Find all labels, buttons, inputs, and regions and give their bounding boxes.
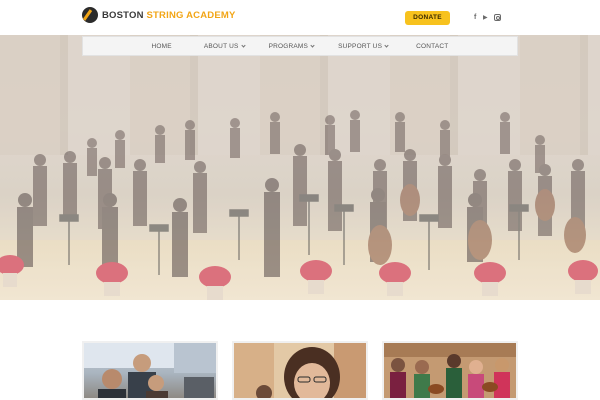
donate-button[interactable]: DONATE	[405, 11, 450, 25]
nav-label: PROGRAMS	[268, 42, 309, 50]
site-header: BOSTON STRING ACADEMY DONATE f ▶	[0, 0, 600, 35]
violin-logo-icon	[82, 7, 98, 23]
nav-label: SUPPORT US	[338, 42, 383, 50]
chevron-down-icon	[240, 42, 246, 48]
students-violin-photo	[84, 343, 216, 398]
program-card-image[interactable]	[232, 341, 368, 400]
youtube-icon[interactable]: ▶	[483, 13, 488, 23]
program-card-image[interactable]	[82, 341, 218, 400]
nav-item-support-us[interactable]: SUPPORT US	[338, 42, 389, 50]
nav-item-home[interactable]: HOME	[152, 43, 172, 50]
instagram-icon[interactable]	[494, 14, 501, 21]
nav-label: CONTACT	[416, 42, 449, 50]
logo-text-accent: STRING ACADEMY	[146, 9, 236, 21]
chevron-down-icon	[384, 42, 389, 48]
young-students-photo	[384, 343, 516, 398]
hero-image-orchestra	[0, 35, 600, 300]
logo-wordmark: BOSTON STRING ACADEMY	[102, 10, 236, 21]
nav-label: HOME	[151, 42, 172, 50]
facebook-icon[interactable]: f	[474, 13, 476, 23]
nav-item-about-us[interactable]: ABOUT US	[203, 42, 246, 50]
nav-item-contact[interactable]: CONTACT	[416, 43, 448, 50]
program-cards-section	[0, 300, 600, 400]
teacher-portrait-photo	[234, 343, 366, 398]
nav-label: ABOUT US	[203, 42, 239, 50]
program-card-image[interactable]	[382, 341, 518, 400]
main-nav: HOME ABOUT US PROGRAMS SUPPORT US CONTAC…	[82, 36, 518, 56]
logo-text-primary: BOSTON	[102, 9, 144, 21]
nav-item-programs[interactable]: PROGRAMS	[269, 43, 315, 50]
hero-overlay	[0, 35, 600, 300]
chevron-down-icon	[310, 42, 315, 48]
site-logo[interactable]: BOSTON STRING ACADEMY	[82, 7, 236, 23]
